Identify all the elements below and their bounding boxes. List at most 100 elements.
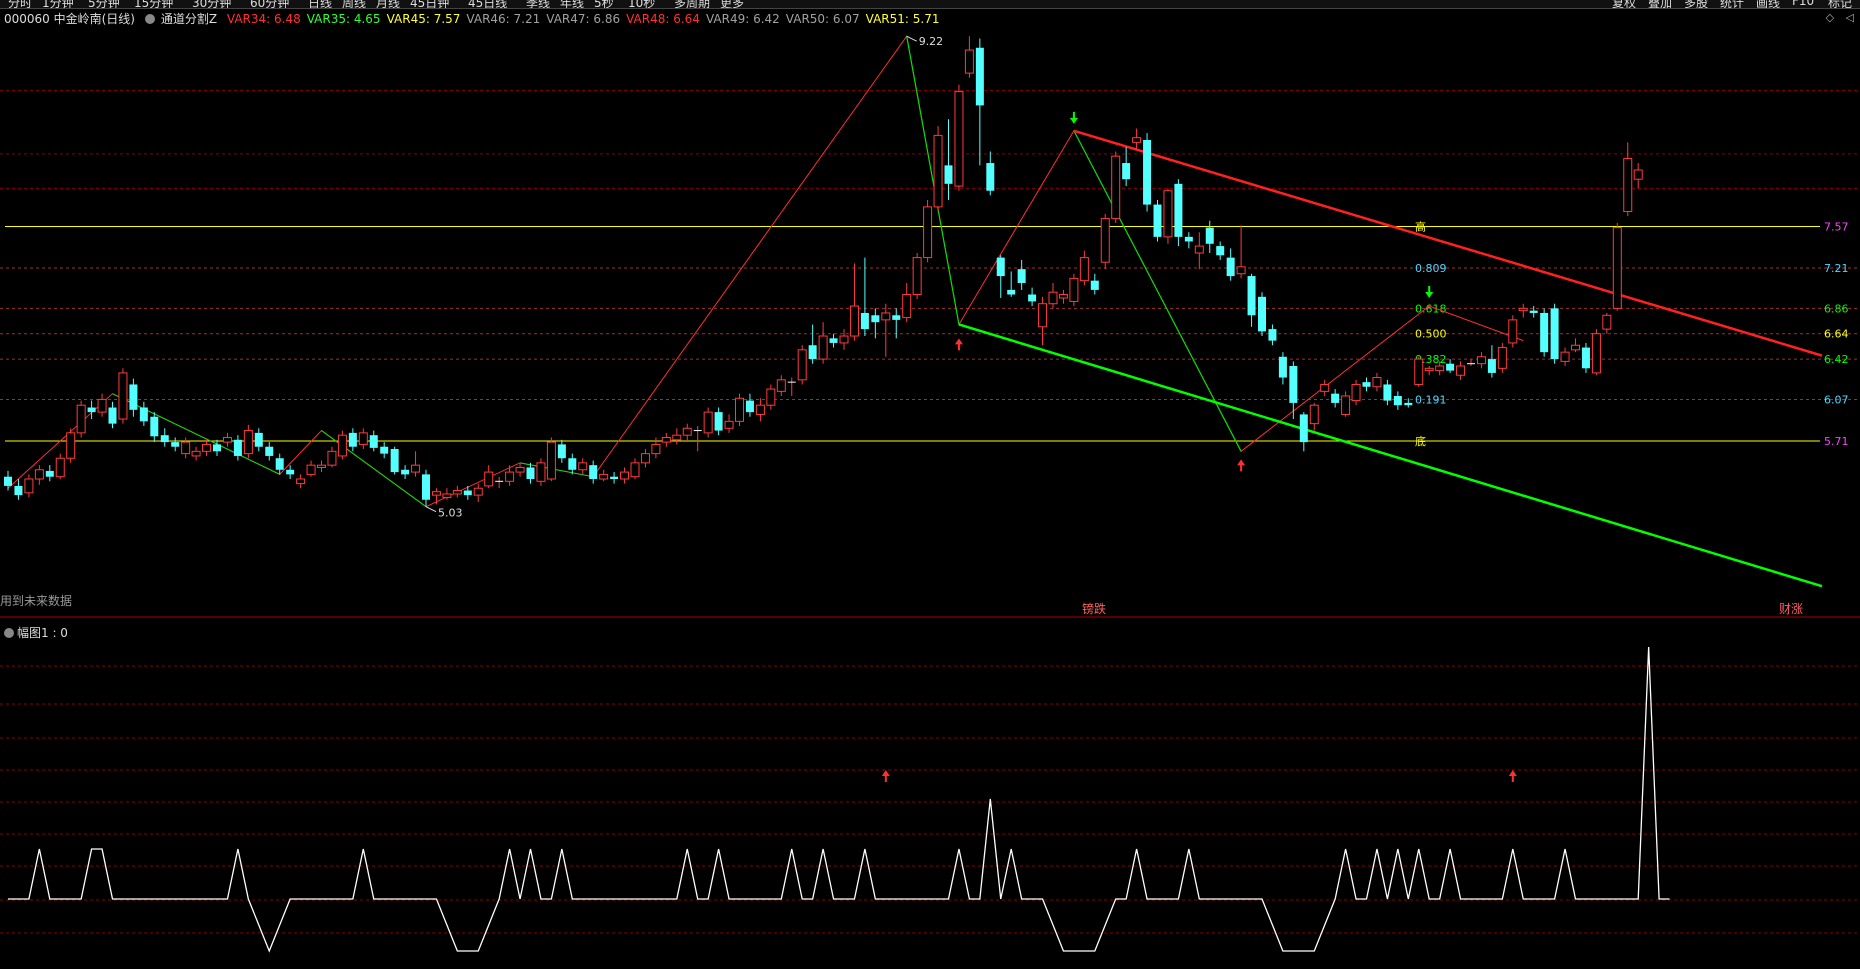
level-price-6: 5.71 bbox=[1824, 435, 1849, 448]
stock-title[interactable]: 000060 中金岭南(日线) bbox=[4, 12, 135, 26]
period-4[interactable]: 30分钟 bbox=[192, 0, 231, 8]
candle-body-129 bbox=[1351, 383, 1361, 402]
candle-body-150 bbox=[1571, 344, 1580, 351]
candle-body-148 bbox=[1550, 308, 1559, 360]
candle-body-7 bbox=[76, 404, 86, 434]
level-fib-3: 0.500 bbox=[1415, 328, 1447, 341]
diamond-icon[interactable]: ◇ bbox=[1826, 11, 1834, 24]
var-value-2: VAR45: 7.57 bbox=[386, 12, 461, 26]
candle-body-71 bbox=[745, 400, 754, 413]
toolbar-btn-4[interactable]: 画线 bbox=[1756, 0, 1780, 8]
period-2[interactable]: 5分钟 bbox=[88, 0, 120, 8]
toolbar-btn-0[interactable]: 复权 bbox=[1612, 0, 1636, 8]
subchart-label: 幅图1 : 0 bbox=[17, 626, 68, 640]
period-13[interactable]: 5秒 bbox=[594, 0, 614, 8]
candle-body-70 bbox=[735, 397, 744, 422]
toolbar-btn-1[interactable]: 叠加 bbox=[1648, 0, 1672, 8]
period-14[interactable]: 10秒 bbox=[628, 0, 655, 8]
candle-body-123 bbox=[1289, 366, 1298, 403]
candle-body-14 bbox=[150, 416, 159, 437]
candle-body-126 bbox=[1320, 383, 1330, 392]
candle-body-96 bbox=[1007, 289, 1016, 295]
candle-body-105 bbox=[1100, 217, 1110, 263]
settings-circle-icon[interactable] bbox=[144, 14, 155, 24]
candle-body-99 bbox=[1038, 303, 1048, 328]
candle-body-156 bbox=[1633, 169, 1643, 180]
candle-body-37 bbox=[390, 449, 399, 473]
level-price-5: 6.07 bbox=[1824, 393, 1849, 406]
support-channel bbox=[958, 323, 1823, 588]
candle-body-1 bbox=[14, 485, 23, 496]
period-6[interactable]: 日线 bbox=[308, 0, 332, 8]
candle-body-92 bbox=[964, 49, 974, 74]
candle-body-109 bbox=[1143, 140, 1152, 205]
period-10[interactable]: 45日线 bbox=[468, 0, 507, 8]
toolbar-btn-3[interactable]: 统计 bbox=[1720, 0, 1744, 8]
period-3[interactable]: 15分钟 bbox=[134, 0, 173, 8]
candle-body-85 bbox=[892, 315, 901, 320]
toolbar-btn-6[interactable]: 标记 bbox=[1828, 0, 1852, 8]
candle-body-30 bbox=[317, 464, 326, 468]
candle-body-113 bbox=[1184, 236, 1193, 242]
high-price-label: 9.22 bbox=[919, 35, 944, 48]
var-value-6: VAR49: 6.42 bbox=[705, 12, 780, 26]
candle-body-134 bbox=[1404, 402, 1413, 406]
candle-body-137 bbox=[1435, 365, 1445, 372]
candle-body-39 bbox=[411, 464, 421, 473]
candle-body-11 bbox=[118, 372, 128, 420]
candle-body-145 bbox=[1518, 307, 1528, 312]
buy-arrow-1 bbox=[954, 338, 963, 351]
toolbar-btn-2[interactable]: 多股 bbox=[1684, 0, 1708, 8]
var-value-5: VAR48: 6.64 bbox=[626, 12, 700, 26]
candle-body-4 bbox=[45, 470, 54, 477]
candle-body-62 bbox=[651, 443, 661, 455]
candle-body-80 bbox=[839, 335, 849, 344]
candle-body-69 bbox=[724, 420, 734, 429]
candle-body-48 bbox=[505, 471, 515, 482]
candle-body-2 bbox=[24, 478, 34, 494]
level-price-0: 7.57 bbox=[1824, 220, 1849, 233]
candle-body-97 bbox=[1017, 269, 1026, 283]
period-8[interactable]: 月线 bbox=[376, 0, 400, 8]
period-11[interactable]: 季线 bbox=[526, 0, 550, 8]
candle-body-146 bbox=[1529, 310, 1538, 313]
period-12[interactable]: 年线 bbox=[560, 0, 584, 8]
period-0[interactable]: 分时 bbox=[8, 0, 32, 8]
candle-body-95 bbox=[996, 257, 1005, 277]
candle-body-61 bbox=[640, 453, 650, 464]
period-toolbar: 分时 1分钟 5分钟 15分钟 30分钟 60分钟 日线 周线 月线 45日钟 45日线 季线 年线 5秒… bbox=[0, 0, 1860, 9]
toolbar-btn-5[interactable]: F10 bbox=[1792, 0, 1814, 8]
kline-chart[interactable]: 7.57高7.210.8096.860.6186.640.5006.420.38… bbox=[0, 0, 1860, 969]
candle-body-120 bbox=[1258, 296, 1266, 332]
candle-body-115 bbox=[1205, 227, 1214, 244]
candle-body-45 bbox=[473, 487, 483, 496]
collapse-icon[interactable]: ◁ bbox=[1846, 11, 1854, 24]
candle-body-112 bbox=[1174, 183, 1183, 237]
period-9[interactable]: 45日钟 bbox=[410, 0, 449, 8]
candle-body-0 bbox=[4, 476, 12, 486]
candle-body-101 bbox=[1058, 294, 1068, 299]
period-7[interactable]: 周线 bbox=[342, 0, 366, 8]
candle-body-55 bbox=[578, 462, 588, 471]
candle-body-110 bbox=[1153, 204, 1162, 237]
var-value-4: VAR47: 6.86 bbox=[546, 12, 621, 26]
period-5[interactable]: 60分钟 bbox=[250, 0, 289, 8]
var-value-0: VAR34: 6.48 bbox=[226, 12, 301, 26]
zigzag-green-1 bbox=[112, 393, 280, 475]
candle-body-59 bbox=[620, 471, 630, 480]
candle-body-51 bbox=[536, 462, 546, 482]
indicator-name[interactable]: 通道分割Z bbox=[161, 12, 217, 26]
candle-body-22 bbox=[233, 439, 242, 456]
candle-body-44 bbox=[463, 490, 472, 496]
candle-body-26 bbox=[275, 458, 284, 470]
period-1[interactable]: 1分钟 bbox=[42, 0, 74, 8]
period-16[interactable]: 更多 bbox=[720, 0, 744, 8]
subchart-settings-icon[interactable] bbox=[4, 628, 14, 638]
candle-body-131 bbox=[1372, 377, 1382, 388]
candle-body-73 bbox=[766, 388, 776, 406]
candle-body-12 bbox=[129, 384, 138, 410]
buy-arrow-2 bbox=[1237, 459, 1246, 472]
candle-body-88 bbox=[923, 206, 933, 259]
period-15[interactable]: 多周期 bbox=[674, 0, 710, 8]
candle-body-9 bbox=[97, 398, 107, 413]
